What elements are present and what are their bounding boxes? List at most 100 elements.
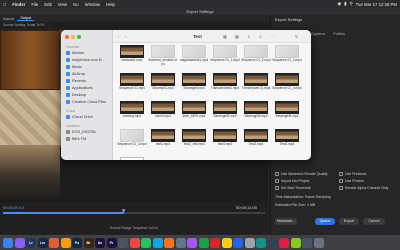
checkbox-start-timecode[interactable]: Set Start Timecode <box>275 186 311 190</box>
menu-window[interactable]: Window <box>82 2 103 7</box>
file-thumbnail[interactable] <box>151 129 175 142</box>
checkbox-use-proxies[interactable]: Use Proxies <box>339 179 364 183</box>
apple-menu-icon[interactable]:  <box>0 2 9 7</box>
checkbox-import-project[interactable]: Import into Project <box>275 179 309 183</box>
export-settings-header[interactable]: Export Settings <box>275 17 302 22</box>
sidebar-item-bills-tm[interactable]: Bill's TM <box>66 137 86 141</box>
file-thumbnail[interactable] <box>182 73 206 86</box>
file-name[interactable]: test4.mp4 <box>210 142 240 147</box>
file-thumbnail[interactable] <box>213 129 237 142</box>
file-name[interactable]: magicstarlimit1.mp4 <box>179 58 209 63</box>
launchpad-icon[interactable] <box>14 237 25 248</box>
file-name[interactable]: Steamy01.mp4 <box>148 86 178 91</box>
menu-help[interactable]: Help <box>103 2 118 7</box>
queue-button[interactable]: Queue <box>315 218 335 225</box>
file-name[interactable]: Steamgrill.mp4 <box>179 86 209 91</box>
source-range[interactable]: Source Range: Sequence In/Out <box>0 226 268 232</box>
file-name[interactable]: Sequence 01.mp4 <box>117 86 147 91</box>
app-icon[interactable] <box>302 237 312 248</box>
menu-file[interactable]: File <box>28 2 41 7</box>
file-thumbnail[interactable] <box>120 45 144 58</box>
tag-icon[interactable]: ◇ <box>259 34 262 39</box>
app-icon[interactable] <box>210 237 220 248</box>
file-item[interactable]: Steamy01.mp4 <box>148 73 178 99</box>
checkbox-box[interactable] <box>275 179 279 183</box>
file-thumbnail[interactable] <box>120 101 144 114</box>
app-icon[interactable] <box>267 237 278 248</box>
tab-output[interactable]: Output <box>17 16 35 21</box>
file-thumbnail[interactable] <box>120 157 144 160</box>
app-icon[interactable] <box>290 237 301 248</box>
file-item[interactable]: Sequence 01_4.mp4 <box>117 129 147 155</box>
checkbox-box[interactable] <box>339 172 343 176</box>
file-name[interactable]: Treeline(well 1).mp4 <box>241 86 271 91</box>
file-item[interactable]: test5.mp4 <box>117 157 147 160</box>
sidebar-item-airdrop[interactable]: AirDrop <box>66 72 85 76</box>
time-interp-value[interactable]: Frame Sampling <box>305 195 331 199</box>
app-icon[interactable] <box>129 237 140 248</box>
app-icon[interactable] <box>256 237 266 248</box>
file-thumbnail[interactable] <box>213 101 237 114</box>
menu-finder[interactable]: Finder <box>9 2 28 7</box>
app-icon[interactable] <box>49 237 59 248</box>
file-item[interactable]: flowered_shrubs1.mp4 <box>148 45 178 71</box>
trash-icon[interactable] <box>313 237 324 248</box>
file-item[interactable]: Sequence 01_3.mp4 <box>272 45 302 71</box>
file-item[interactable]: Sequence 01_2.mp4 <box>241 45 271 71</box>
checkbox-max-render[interactable]: Use Maximum Render Quality <box>275 172 328 176</box>
file-item[interactable]: test1.mp4 <box>148 129 178 155</box>
after-effects-icon[interactable]: Ae <box>95 237 105 248</box>
file-item[interactable]: test4.mp4 <box>210 129 240 155</box>
app-icon[interactable] <box>244 237 255 248</box>
file-thumbnail[interactable] <box>244 73 268 86</box>
lightroom-classic-icon[interactable]: Lrc <box>37 237 48 248</box>
file-item[interactable]: bricking.mp4 <box>117 101 147 127</box>
file-item[interactable]: Steamgrill.mp4 <box>179 73 209 99</box>
action-icon[interactable]: ⋯ <box>271 34 275 39</box>
minimize-icon[interactable] <box>71 35 75 39</box>
file-item[interactable]: Steamgrill2.mp4 <box>210 101 240 127</box>
premiere-icon[interactable]: Pr <box>106 237 117 248</box>
time-interpolation[interactable]: Time Interpolation: Frame Sampling <box>275 195 331 199</box>
file-name[interactable]: Test2.mp4 <box>241 142 271 147</box>
file-thumbnail[interactable] <box>244 129 268 142</box>
battery-icon[interactable]: ▮ <box>344 1 346 7</box>
tab-captions[interactable]: Captions <box>311 32 325 36</box>
group-icon[interactable]: ▦ <box>235 34 239 39</box>
file-item[interactable]: Sequence 01_4.mp4 <box>272 73 302 99</box>
file-name[interactable]: Steamgrill3.mp4 <box>241 114 271 119</box>
app-icon[interactable] <box>141 237 151 248</box>
checkbox-box[interactable] <box>275 172 279 176</box>
file-name[interactable]: test1.mp4 <box>148 142 178 147</box>
file-item[interactable]: Steamgrill3.mp4 <box>241 101 271 127</box>
checkbox-box[interactable] <box>275 186 279 190</box>
sidebar-item-eshphotos[interactable]: eshphotos.com D... <box>66 58 105 62</box>
file-name[interactable]: Transcendent1.mp4 <box>210 86 240 91</box>
file-name[interactable]: Sequence 01_4.mp4 <box>272 86 302 91</box>
file-item[interactable]: brickwall1.mp4 <box>117 45 147 71</box>
metadata-button[interactable]: Metadata... <box>275 218 297 225</box>
source-scaling[interactable]: Source Scaling: Scale To Fit <box>0 22 270 28</box>
zoom-icon[interactable] <box>77 35 81 39</box>
file-thumbnail[interactable] <box>244 45 268 58</box>
file-item[interactable]: Test2.mp4 <box>241 129 271 155</box>
file-thumbnail[interactable] <box>213 45 237 58</box>
bridge-icon[interactable]: Br <box>83 237 94 248</box>
file-thumbnail[interactable] <box>244 101 268 114</box>
back-icon[interactable]: ‹ <box>118 34 119 39</box>
file-name[interactable]: kitch_8876.mp4 <box>179 114 209 119</box>
icon-view-icon[interactable]: ▦ <box>223 34 227 39</box>
file-item[interactable]: kitch3.mp4 <box>148 101 178 127</box>
sidebar-item-music[interactable]: Music <box>66 65 82 69</box>
menu-go[interactable]: Go <box>70 2 82 7</box>
file-name[interactable]: bricking.mp4 <box>117 114 147 119</box>
file-thumbnail[interactable] <box>275 129 299 142</box>
timecode-in[interactable]: 00;00;00;13 <box>3 205 24 210</box>
file-thumbnail[interactable] <box>275 101 299 114</box>
file-item[interactable]: Sequence 01.mp4 <box>117 73 147 99</box>
checkbox-box[interactable] <box>339 179 343 183</box>
sidebar-item-creative-cloud[interactable]: Creative Cloud Files <box>66 100 106 104</box>
search-icon[interactable]: ⚲ <box>295 34 298 39</box>
file-thumbnail[interactable] <box>275 45 299 58</box>
menu-view[interactable]: View <box>55 2 70 7</box>
